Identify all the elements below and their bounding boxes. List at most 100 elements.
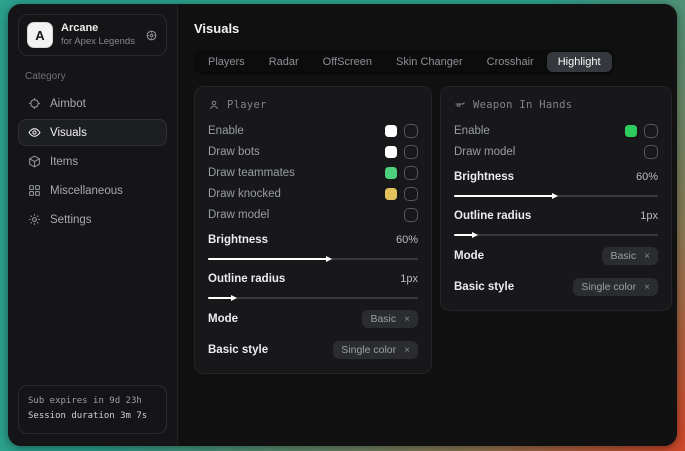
checkbox[interactable]: [644, 124, 658, 138]
checkbox[interactable]: [404, 124, 418, 138]
color-swatch[interactable]: [625, 125, 637, 137]
sidebar-item-label: Aimbot: [50, 98, 86, 110]
toggle-row-draw-model: Draw model: [454, 141, 658, 162]
tab-players[interactable]: Players: [197, 52, 256, 72]
tag-row-label: Mode: [454, 250, 484, 262]
player-panel-header: Player: [208, 99, 418, 111]
sidebar-item-items[interactable]: Items: [18, 148, 167, 175]
panel-container: Player Enable Draw bots: [194, 86, 672, 374]
outline-radius-slider[interactable]: [208, 297, 418, 299]
tab-highlight[interactable]: Highlight: [547, 52, 612, 72]
eye-icon: [28, 126, 41, 139]
toggle-row-draw-knocked: Draw knocked: [208, 183, 418, 204]
slider-value: 1px: [640, 210, 658, 222]
tag-value: Basic: [370, 313, 396, 325]
remove-tag-icon[interactable]: ×: [644, 282, 650, 293]
sidebar-item-settings[interactable]: Settings: [18, 206, 167, 233]
visuals-tabbar: Players Radar OffScreen Skin Changer Cro…: [194, 49, 615, 75]
remove-tag-icon[interactable]: ×: [644, 251, 650, 262]
sidebar-item-label: Miscellaneous: [50, 185, 123, 197]
slider-thumb[interactable]: [326, 256, 332, 262]
brand-text: Arcane for Apex Legends: [61, 22, 135, 48]
grid-icon: [28, 184, 41, 197]
sidebar-item-label: Visuals: [50, 127, 87, 139]
slider-value: 60%: [636, 171, 658, 183]
basic-style-tag[interactable]: Single color ×: [573, 278, 658, 296]
toggle-label: Draw knocked: [208, 188, 281, 200]
brightness-slider-block: Brightness 60%: [454, 167, 658, 197]
toggle-label: Enable: [454, 125, 490, 137]
slider-thumb[interactable]: [231, 295, 237, 301]
mode-row: Mode Basic ×: [454, 245, 658, 267]
tab-crosshair[interactable]: Crosshair: [476, 52, 545, 72]
session-info-box: Sub expires in 9d 23h Session duration 3…: [18, 385, 167, 435]
tag-value: Basic: [610, 250, 636, 262]
toggle-row-draw-model: Draw model: [208, 204, 418, 225]
toggle-row-enable: Enable: [208, 120, 418, 141]
slider-value: 60%: [396, 234, 418, 246]
panel-title: Player: [227, 99, 267, 111]
slider-label: Brightness: [208, 234, 268, 246]
outline-radius-slider-block: Outline radius 1px: [208, 269, 418, 299]
player-panel: Player Enable Draw bots: [194, 86, 432, 374]
toggle-label: Draw bots: [208, 146, 260, 158]
sidebar-item-aimbot[interactable]: Aimbot: [18, 90, 167, 117]
remove-tag-icon[interactable]: ×: [404, 345, 410, 356]
slider-thumb[interactable]: [552, 193, 558, 199]
tag-row-label: Basic style: [208, 344, 268, 356]
app-logo: A: [27, 22, 53, 48]
sidebar-item-label: Settings: [50, 214, 92, 226]
tag-value: Single color: [341, 344, 396, 356]
color-swatch[interactable]: [385, 188, 397, 200]
color-swatch[interactable]: [385, 146, 397, 158]
gear-icon: [28, 213, 41, 226]
weapon-in-hands-panel: Weapon In Hands Enable Draw model: [440, 86, 672, 311]
outline-radius-slider[interactable]: [454, 234, 658, 236]
basic-style-row: Basic style Single color ×: [208, 339, 418, 361]
brightness-slider-block: Brightness 60%: [208, 230, 418, 260]
session-duration-text: Session duration 3m 7s: [28, 409, 157, 425]
tab-skin-changer[interactable]: Skin Changer: [385, 52, 474, 72]
toggle-label: Draw model: [208, 209, 269, 221]
sidebar-item-miscellaneous[interactable]: Miscellaneous: [18, 177, 167, 204]
weapon-panel-header: Weapon In Hands: [454, 99, 658, 111]
mode-row: Mode Basic ×: [208, 308, 418, 330]
player-scan-icon: [208, 99, 220, 111]
checkbox[interactable]: [404, 187, 418, 201]
sidebar-item-visuals[interactable]: Visuals: [18, 119, 167, 146]
slider-thumb[interactable]: [472, 232, 478, 238]
brightness-slider[interactable]: [454, 195, 658, 197]
sub-expiry-text: Sub expires in 9d 23h: [28, 394, 157, 410]
checkbox[interactable]: [644, 145, 658, 159]
slider-label: Outline radius: [454, 210, 531, 222]
remove-tag-icon[interactable]: ×: [404, 314, 410, 325]
checkbox[interactable]: [404, 145, 418, 159]
sidebar: A Arcane for Apex Legends Category Aimbo…: [8, 4, 178, 446]
toggle-label: Draw model: [454, 146, 515, 158]
app-window: A Arcane for Apex Legends Category Aimbo…: [8, 4, 677, 446]
slider-value: 1px: [400, 273, 418, 285]
tab-offscreen[interactable]: OffScreen: [312, 52, 383, 72]
toggle-label: Draw teammates: [208, 167, 295, 179]
weapon-icon: [454, 99, 466, 111]
toggle-row-draw-teammates: Draw teammates: [208, 162, 418, 183]
basic-style-row: Basic style Single color ×: [454, 276, 658, 298]
app-title: Arcane: [61, 22, 135, 36]
crosshair-icon: [28, 97, 41, 110]
outline-radius-slider-block: Outline radius 1px: [454, 206, 658, 236]
brand-card: A Arcane for Apex Legends: [18, 14, 167, 56]
main-area: Visuals Players Radar OffScreen Skin Cha…: [178, 4, 677, 446]
color-swatch[interactable]: [385, 167, 397, 179]
category-label: Category: [25, 71, 160, 82]
mode-tag[interactable]: Basic ×: [362, 310, 418, 328]
color-swatch[interactable]: [385, 125, 397, 137]
brightness-slider[interactable]: [208, 258, 418, 260]
basic-style-tag[interactable]: Single color ×: [333, 341, 418, 359]
tab-radar[interactable]: Radar: [258, 52, 310, 72]
checkbox[interactable]: [404, 208, 418, 222]
box-icon: [28, 155, 41, 168]
checkbox[interactable]: [404, 166, 418, 180]
tag-row-label: Basic style: [454, 281, 514, 293]
mode-tag[interactable]: Basic ×: [602, 247, 658, 265]
account-settings-icon[interactable]: [145, 29, 158, 42]
